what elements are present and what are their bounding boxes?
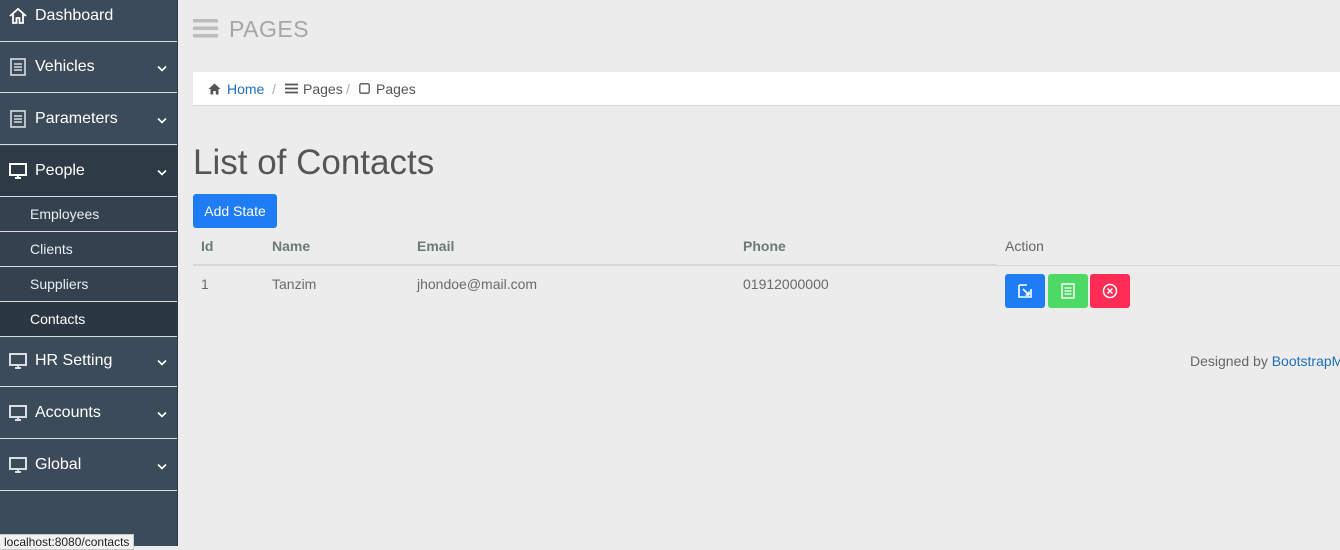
sidebar-item-label: People [35,162,85,179]
footer-link[interactable]: BootstrapM [1272,353,1340,369]
square-icon [359,83,370,94]
sidebar-item-hr-setting[interactable]: HR Setting [0,336,177,387]
sidebar-item-global[interactable]: Global [0,440,177,491]
cell-phone: 01912000000 [743,276,829,292]
breadcrumb-pages-link[interactable]: Pages [303,81,343,97]
document-icon [10,110,26,128]
breadcrumb-current: Pages [376,80,416,97]
edit-button[interactable] [1005,274,1045,308]
sidebar-subitem-label: Employees [30,206,100,222]
sidebar-item-accounts[interactable]: Accounts [0,388,177,439]
cell-name: Tanzim [272,276,317,292]
sidebar-subitem-label: Suppliers [30,276,89,292]
sidebar-subitem-employees[interactable]: Employees [0,197,177,232]
sidebar-item-label: HR Setting [35,352,113,369]
monitor-icon [9,163,27,179]
list-icon [285,83,298,94]
cell-email: jhondoe@mail.com [417,276,538,292]
monitor-icon [9,457,27,473]
sidebar-item-label: Vehicles [35,58,95,75]
sidebar-item-parameters[interactable]: Parameters [0,94,177,145]
cell-id: 1 [201,276,209,292]
sidebar-subitem-suppliers[interactable]: Suppliers [0,267,177,302]
delete-button[interactable] [1090,274,1130,308]
table-header-divider [193,264,997,266]
monitor-icon [9,405,27,421]
column-header-action: Action [1005,238,1044,254]
breadcrumb: Home / Pages / Pages [193,72,1340,106]
menu-toggle-icon[interactable] [193,19,218,38]
sidebar-item-label: Accounts [35,404,101,421]
column-header-phone: Phone [743,238,786,254]
status-bar-url: localhost:8080/contacts [0,534,135,550]
sidebar-subitem-label: Clients [30,241,73,257]
chevron-down-icon [157,411,167,418]
chevron-down-icon [157,359,167,366]
breadcrumb-separator: / [346,80,350,97]
sidebar-item-dashboard[interactable]: Dashboard [0,0,177,42]
sidebar-item-label: Dashboard [35,7,114,24]
footer: Designed by BootstrapM [1190,353,1340,369]
sidebar-subitem-contacts[interactable]: Contacts [0,302,177,337]
edit-icon [1018,284,1032,298]
chevron-down-icon [157,117,167,124]
sidebar: Dashboard Vehicles Parameters People Emp… [0,0,178,546]
document-icon [10,58,26,76]
list-heading: List of Contacts [193,143,435,182]
column-header-id: Id [201,238,214,254]
column-header-email: Email [417,238,455,254]
table-header-divider [997,265,1340,266]
home-icon [9,7,27,24]
chevron-down-icon [157,169,167,176]
sidebar-item-label: Parameters [35,110,118,127]
chevron-down-icon [157,65,167,72]
sidebar-subitem-clients[interactable]: Clients [0,232,177,267]
footer-text: Designed by [1190,353,1268,369]
sidebar-item-vehicles[interactable]: Vehicles [0,42,177,93]
sidebar-item-label: Global [35,456,82,473]
sidebar-item-people[interactable]: People [0,146,177,197]
home-icon [208,83,221,94]
chevron-down-icon [157,463,167,470]
monitor-icon [9,353,27,369]
view-icon [1061,283,1075,299]
delete-icon [1102,283,1118,299]
add-state-button[interactable]: Add State [193,194,277,228]
view-button[interactable] [1048,274,1088,308]
sidebar-subitem-label: Contacts [30,311,86,327]
breadcrumb-separator: / [272,80,276,97]
breadcrumb-home-link[interactable]: Home [227,81,264,97]
column-header-name: Name [272,238,311,254]
page-title: PAGES [229,16,310,42]
